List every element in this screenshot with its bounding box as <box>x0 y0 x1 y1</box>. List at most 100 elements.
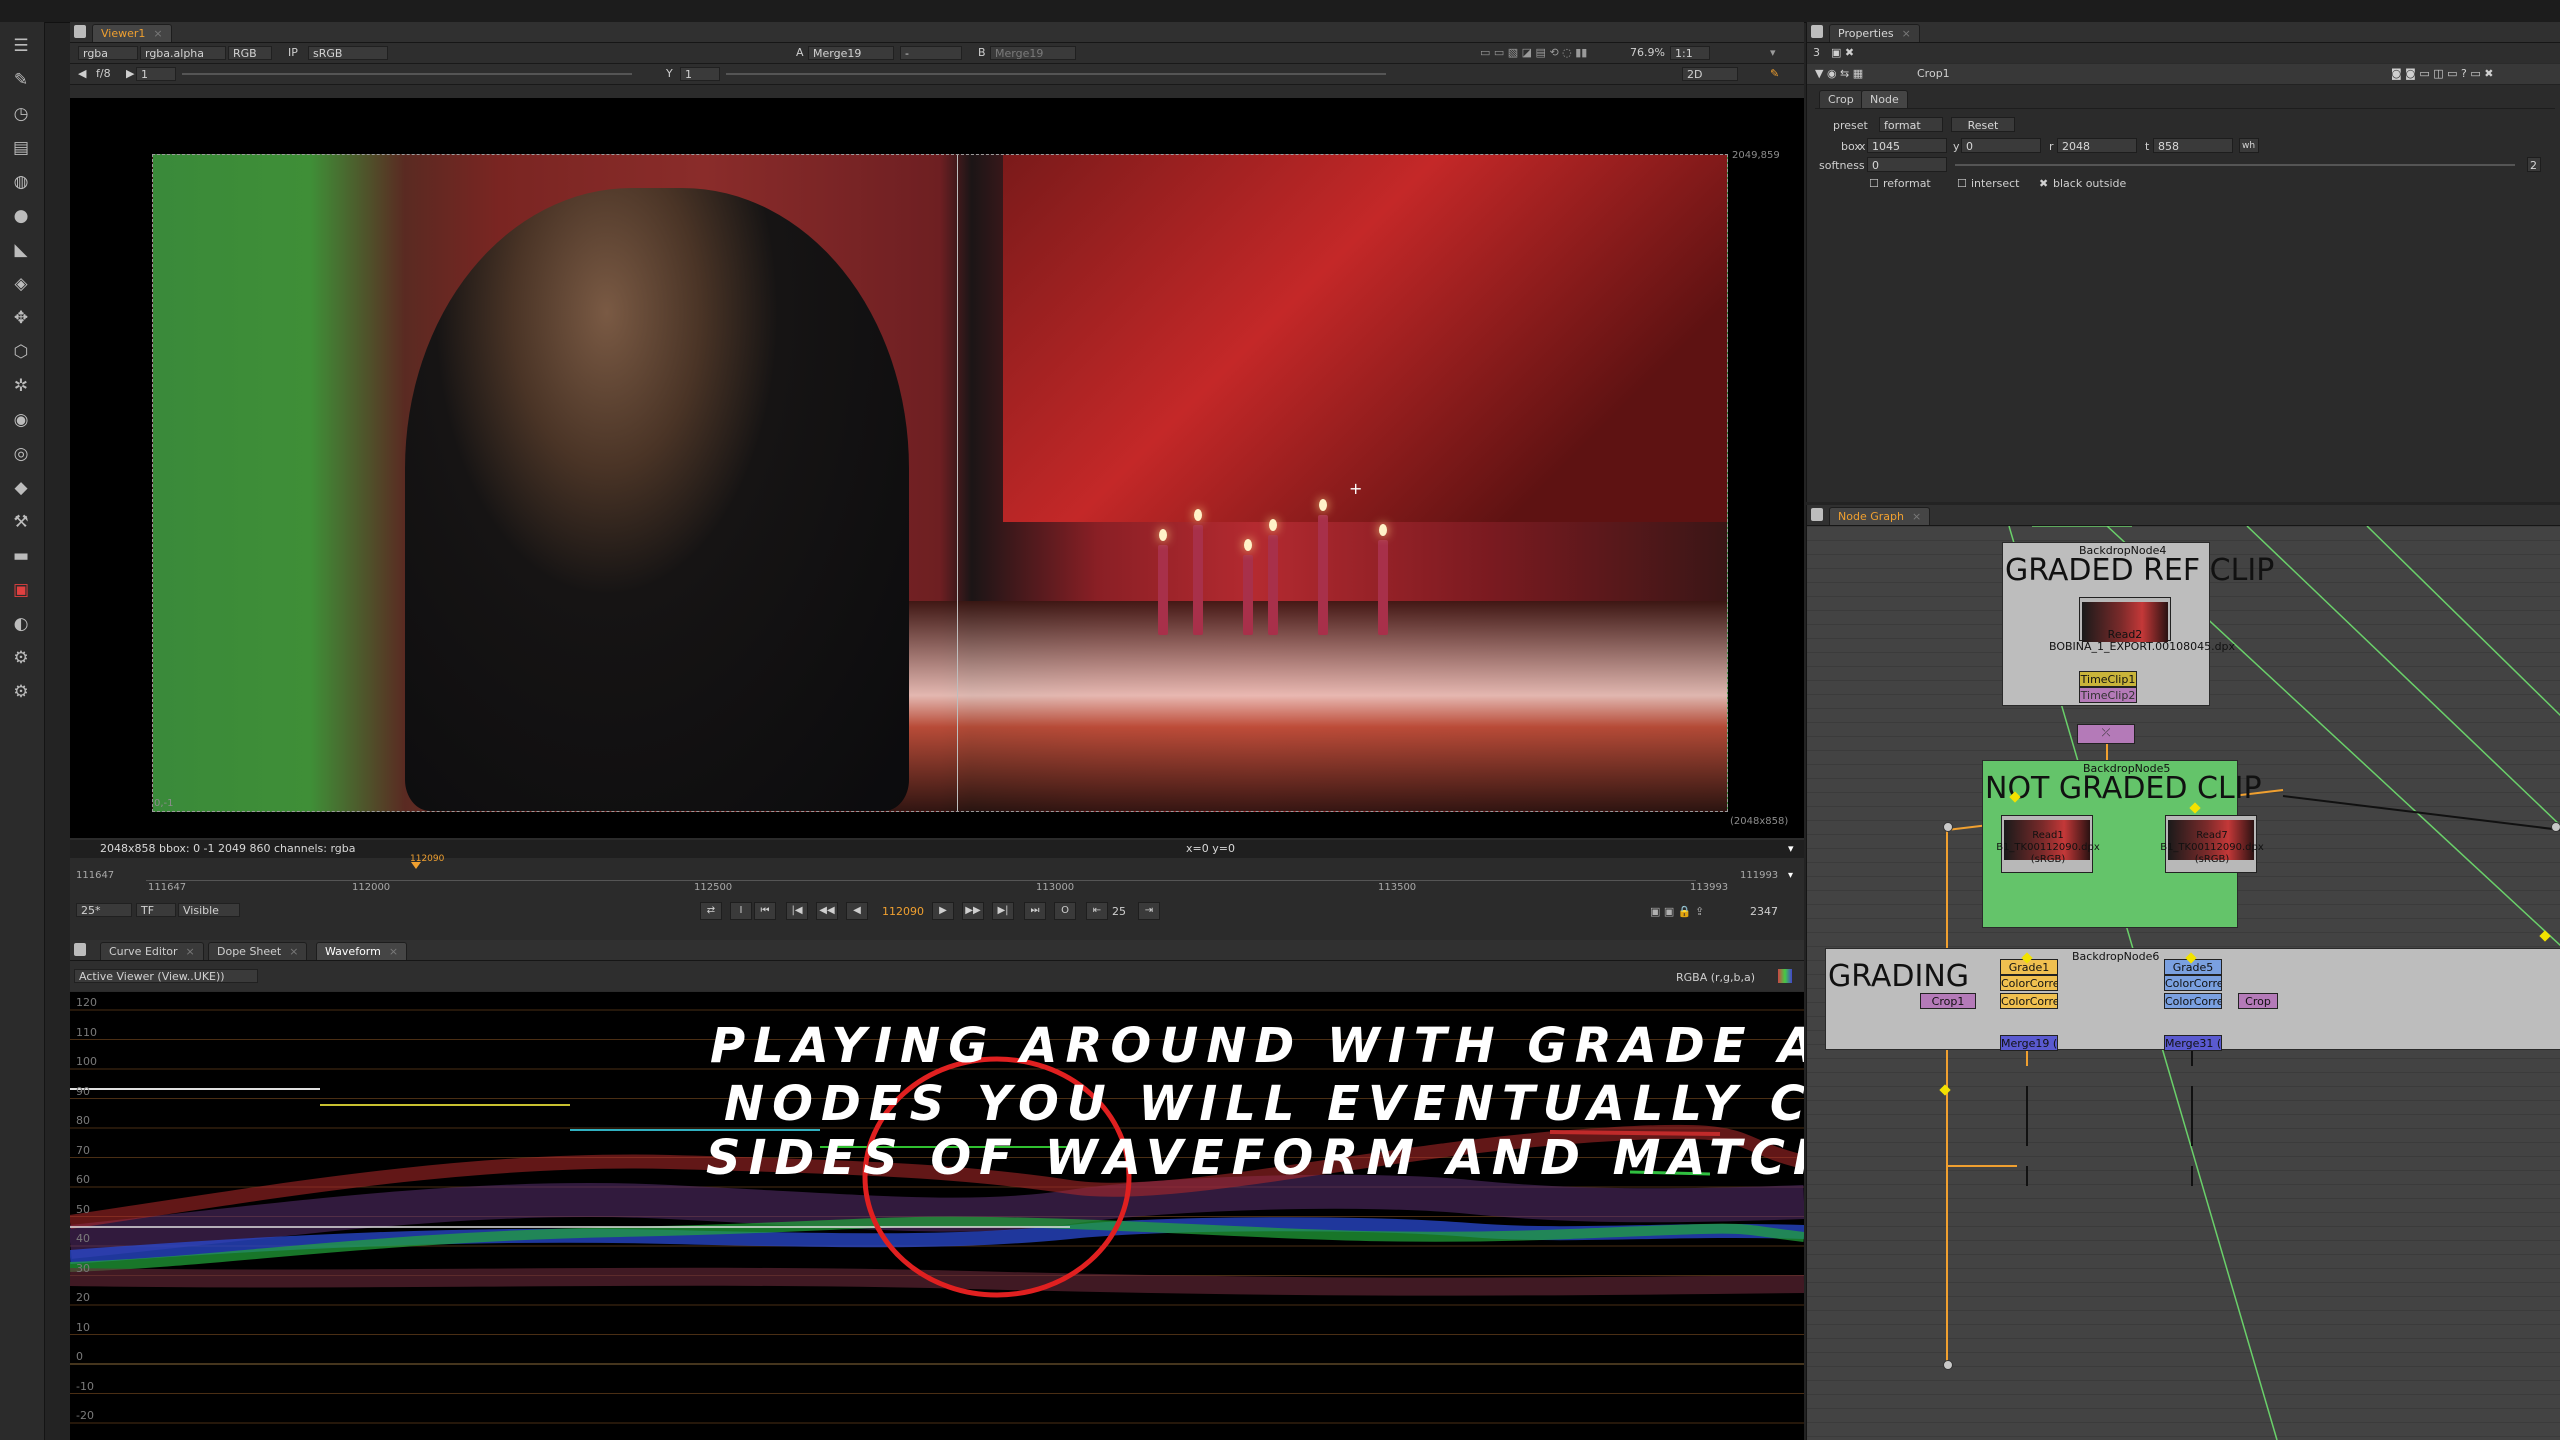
tab-node[interactable]: Node <box>1861 90 1908 108</box>
gain-field[interactable]: 1 <box>136 67 176 81</box>
node-graph-panel[interactable]: Node Graph × BackdropNode4 GRADED REF CL… <box>1806 505 2560 1440</box>
timeline-ruler[interactable] <box>146 866 1696 881</box>
gizmo-icon[interactable]: ⚙ <box>9 646 33 670</box>
timeline-start[interactable]: 111647 <box>76 870 114 881</box>
merge19-node[interactable]: Merge19 (over) <box>2000 1035 2058 1051</box>
box-y-field[interactable]: 0 <box>1961 138 2041 153</box>
panel-grip-icon[interactable] <box>1811 508 1823 521</box>
dot-node[interactable] <box>1943 822 1953 832</box>
view-mode-select[interactable]: 2D <box>1682 67 1738 81</box>
visible-select[interactable]: Visible <box>178 903 240 917</box>
toolsets-icon[interactable]: ☰ <box>9 34 33 58</box>
timeclip1-node[interactable]: TimeClip1 <box>2079 671 2137 687</box>
furnace-icon[interactable]: ▣ <box>9 578 33 602</box>
fstop-value[interactable]: f/8 <box>96 67 111 81</box>
timeline-menu-icon[interactable]: ▾ <box>1788 870 1793 881</box>
tab-node-graph[interactable]: Node Graph × <box>1829 507 1931 525</box>
backdrop-not-graded[interactable]: BackdropNode5 NOT GRADED CLIP Read1 B1_T… <box>1982 760 2264 928</box>
softness-field[interactable]: 0 <box>1867 157 1947 172</box>
timeclip2-node[interactable]: TimeClip2 <box>2079 687 2137 703</box>
current-frame-field[interactable]: 112090 <box>882 905 924 919</box>
paint-icon[interactable]: ✎ <box>9 68 33 92</box>
waveform-source-select[interactable]: Active Viewer (View..UKE)) <box>74 969 258 983</box>
box-r-field[interactable]: 2048 <box>2057 138 2137 153</box>
tf-select[interactable]: TF <box>136 903 176 917</box>
status-collapse-icon[interactable]: ▾ <box>1788 842 1794 855</box>
last-frame-icon[interactable]: ⏭ <box>1024 902 1046 920</box>
viewer-viewport[interactable]: + 2049,859 (2048x858) 0,-1 <box>70 98 1804 838</box>
dot-node[interactable] <box>1943 1360 1953 1370</box>
skip-forward-icon[interactable]: ⇥ <box>1138 902 1160 920</box>
gamma-slider[interactable] <box>726 73 1386 75</box>
gizmo2-icon[interactable]: ⚙ <box>9 680 33 704</box>
dot-node[interactable] <box>2551 822 2560 832</box>
colorcorrect1-node[interactable]: ColorCorrect1 <box>2000 993 2058 1009</box>
in-point-icon[interactable]: I <box>730 902 752 920</box>
crop2-node[interactable]: Crop <box>2238 993 2278 1009</box>
keyer-icon[interactable]: ◣ <box>9 238 33 262</box>
crop1-node[interactable]: Crop1 <box>1920 993 1976 1009</box>
read1-node[interactable]: Read1 B1_TK00112090.dpx (sRGB) <box>1996 815 2100 873</box>
transform-icon[interactable]: ✥ <box>9 306 33 330</box>
node-graph-canvas[interactable]: BackdropNode4 GRADED REF CLIP Read2 BOBI… <box>1807 526 2560 1440</box>
colorcorrect13-node[interactable]: ColorCorrect13 <box>2164 975 2222 991</box>
softness-anim-button[interactable]: 2 <box>2527 157 2541 172</box>
gain-slider[interactable] <box>182 73 632 75</box>
loop-icon[interactable]: ⇄ <box>700 902 722 920</box>
color-icon[interactable]: ◍ <box>9 170 33 194</box>
tab-waveform[interactable]: Waveform × <box>316 942 408 960</box>
backdrop-grading[interactable]: BackdropNode6 GRADING Crop1 Grade1 Color… <box>1825 948 2560 1051</box>
next-step-icon[interactable]: ▶▶ <box>962 902 984 920</box>
skip-back-icon[interactable]: ⇤ <box>1086 902 1108 920</box>
b-input-select[interactable]: Merge19 <box>990 46 1076 60</box>
play-forward-icon[interactable]: ▶ <box>932 902 954 920</box>
tab-dope-sheet[interactable]: Dope Sheet × <box>208 942 308 960</box>
box-t-field[interactable]: 858 <box>2153 138 2233 153</box>
paint-tool-icon[interactable]: ✎ <box>1770 67 1779 81</box>
ip-button[interactable]: IP <box>288 46 298 60</box>
wh-button[interactable]: wh <box>2239 138 2259 153</box>
channel-icon[interactable]: ▤ <box>9 136 33 160</box>
tab-curve-editor[interactable]: Curve Editor × <box>100 942 204 960</box>
reset-button[interactable]: Reset <box>1951 117 2015 132</box>
panel-grip-icon[interactable] <box>74 943 86 956</box>
clear-panels-icon[interactable]: ▣ ✖ <box>1831 46 1854 60</box>
toolsets2-icon[interactable]: ⚒ <box>9 510 33 534</box>
next-key-icon[interactable]: ▶| <box>992 902 1014 920</box>
read7-node[interactable]: Read7 B1_TK00112090.dpx (sRGB) <box>2160 815 2264 873</box>
prev-key-icon[interactable]: |◀ <box>786 902 808 920</box>
ratio-select[interactable]: 1:1 <box>1670 46 1710 60</box>
merge31-node[interactable]: Merge31 (over) <box>2164 1035 2222 1051</box>
rgb-select[interactable]: RGB <box>228 46 272 60</box>
colorcorrect3-node[interactable]: ColorCorrect3 <box>2000 975 2058 991</box>
wipe-op-select[interactable]: - <box>900 46 962 60</box>
deep-icon[interactable]: ◉ <box>9 408 33 432</box>
lut-select[interactable]: sRGB <box>308 46 388 60</box>
black-outside-checkbox[interactable]: ✖ <box>2039 177 2048 190</box>
prev-step-icon[interactable]: ◀◀ <box>816 902 838 920</box>
views-icon[interactable]: ◎ <box>9 442 33 466</box>
viewer-settings-icon[interactable]: ▾ <box>1770 46 1776 60</box>
play-back-icon[interactable]: ◀ <box>846 902 868 920</box>
out-point-icon[interactable]: O <box>1054 902 1076 920</box>
reformat-checkbox[interactable]: ☐ <box>1869 177 1879 190</box>
other-icon[interactable]: ▬ <box>9 544 33 568</box>
wipe-line[interactable] <box>957 155 958 811</box>
max-panels-field[interactable]: 3 <box>1813 46 1820 60</box>
first-frame-icon[interactable]: ⏮ <box>754 902 776 920</box>
tab-viewer1[interactable]: Viewer1 × <box>92 24 172 42</box>
flipbook-icons[interactable]: ▣ ▣ 🔒 ⇪ <box>1650 905 1704 919</box>
fstop-prev-icon[interactable]: ◀ <box>78 67 86 81</box>
channel-mode-icon[interactable] <box>1778 969 1792 983</box>
step-field[interactable]: 25 <box>1112 905 1126 919</box>
channels-select[interactable]: rgba <box>78 46 138 60</box>
panel-grip-icon[interactable] <box>1811 25 1823 38</box>
timeline-end[interactable]: 111993 <box>1740 870 1778 881</box>
metadata-icon[interactable]: ◆ <box>9 476 33 500</box>
tab-crop[interactable]: Crop <box>1819 90 1863 108</box>
backdrop-graded-ref[interactable]: BackdropNode4 GRADED REF CLIP Read2 BOBI… <box>2002 542 2274 706</box>
node-name-field[interactable]: Crop1 <box>1917 67 1950 81</box>
node-header-right-icons[interactable]: ◙ ◙ ▭ ◫ ▭ ? ▭ ✖ <box>2391 67 2493 81</box>
tab-properties[interactable]: Properties × <box>1829 24 1920 42</box>
panel-grip-icon[interactable] <box>74 25 86 38</box>
